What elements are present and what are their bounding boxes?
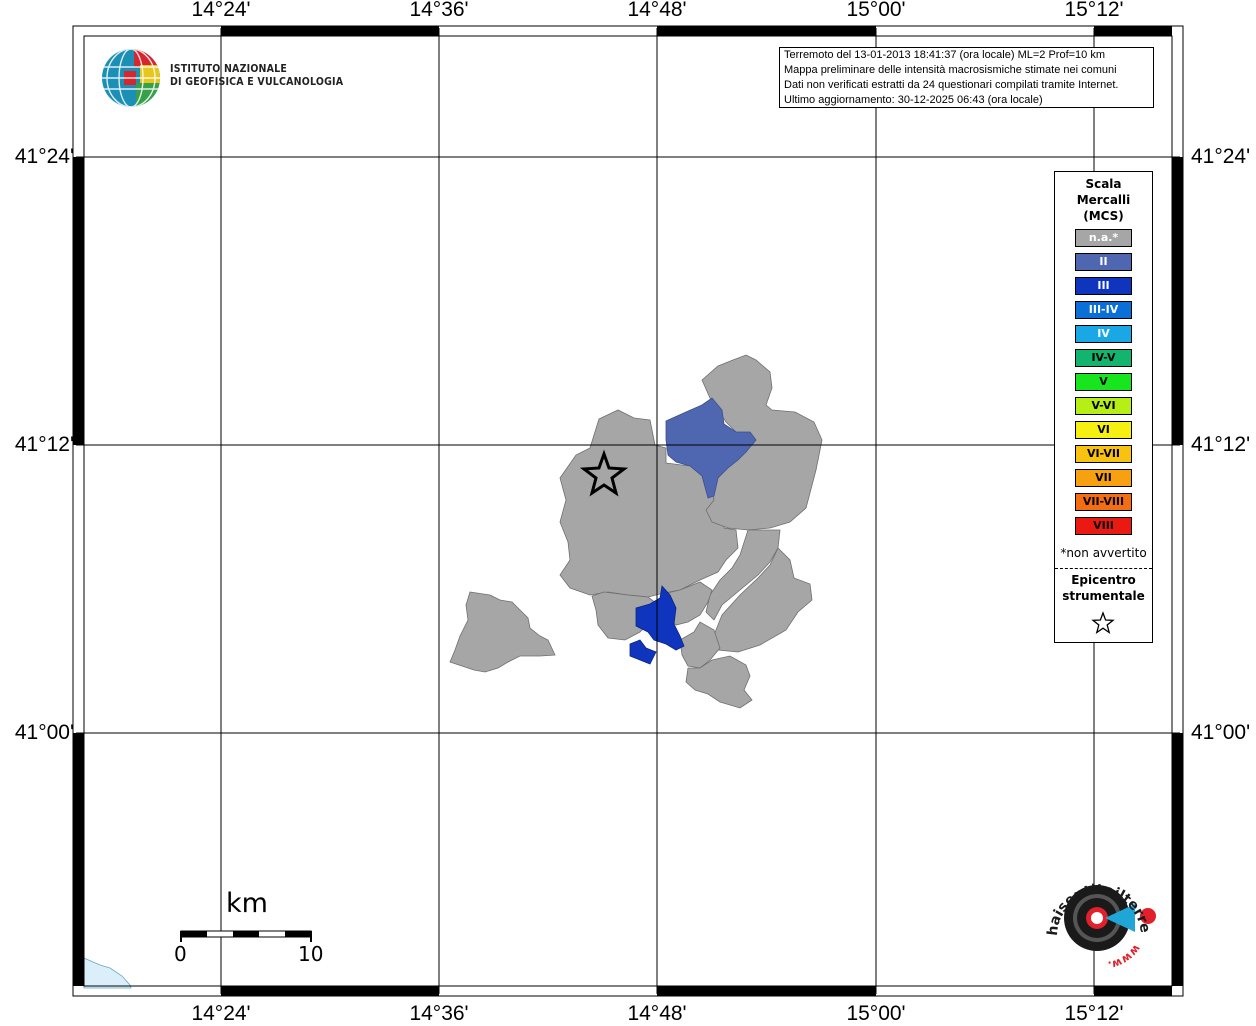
epicenter-star-icon [1091, 611, 1115, 635]
lat-label-right-1: 41°24' [1191, 145, 1251, 168]
logo-line-2: DI GEOFISICA E VULCANOLOGIA [170, 76, 344, 88]
info-line-2: Mappa preliminare delle intensità macros… [784, 64, 1117, 76]
hsi-logo: haisentitoilterremoto.it www. [1028, 846, 1165, 978]
lon-label-top-3: 14°48' [627, 0, 687, 21]
ingv-logo-text: ISTITUTO NAZIONALE DI GEOFISICA E VULCAN… [170, 63, 343, 89]
legend-title-line-2: Mercalli [1076, 193, 1131, 207]
legend-note: *non avvertito [1060, 546, 1147, 560]
lat-label-left-2: 41°12' [14, 433, 74, 456]
lat-label-right-2: 41°12' [1191, 433, 1251, 456]
lon-label-top-2: 14°36' [409, 0, 469, 21]
lon-label-top-1: 14°24' [191, 0, 251, 21]
scale-start-label: 0 [174, 942, 187, 966]
lon-label-bottom-2: 14°36' [409, 1002, 469, 1025]
legend-title: Scala Mercalli (MCS) [1055, 176, 1152, 224]
legend-item: III-IV [1075, 301, 1132, 319]
legend-epicenter-line-2: strumentale [1062, 589, 1145, 603]
lon-label-bottom-3: 14°48' [627, 1002, 687, 1025]
lon-label-bottom-4: 15°00' [846, 1002, 906, 1025]
legend-item: V [1075, 373, 1132, 391]
legend-item: VI-VII [1075, 445, 1132, 463]
legend-separator [1055, 568, 1152, 569]
event-info-box: Terremoto del 13-01-2013 18:41:37 (ora l… [779, 47, 1154, 108]
legend-item: IV-V [1075, 349, 1132, 367]
lon-label-bottom-5: 15°12' [1064, 1002, 1124, 1025]
ingv-logo: ISTITUTO NAZIONALE DI GEOFISICA E VULCAN… [100, 47, 360, 109]
legend-title-line-3: (MCS) [1083, 209, 1124, 223]
scale-bar: km 0 10 [170, 888, 340, 973]
lat-label-left-3: 41°00' [14, 721, 74, 744]
legend-item: III [1075, 277, 1132, 295]
lon-label-top-4: 15°00' [846, 0, 906, 21]
legend-item: VII-VIII [1075, 493, 1132, 511]
lat-label-left-1: 41°24' [14, 145, 74, 168]
lat-label-right-3: 41°00' [1191, 721, 1251, 744]
legend-item: VIII [1075, 517, 1132, 535]
legend-epicenter-label: Epicentro strumentale [1055, 572, 1152, 604]
globe-icon [102, 49, 160, 107]
legend-item: n.a.* [1075, 229, 1132, 247]
info-line-4: Ultimo aggiornamento: 30-12-2025 06:43 (… [784, 94, 1043, 106]
legend-item: VI [1075, 421, 1132, 439]
legend-item: V-VI [1075, 397, 1132, 415]
logo-line-1: ISTITUTO NAZIONALE [170, 63, 288, 75]
lon-label-top-5: 15°12' [1064, 0, 1124, 21]
intensity-legend: Scala Mercalli (MCS) n.a.* II III III-IV IV I… [1054, 171, 1153, 643]
info-line-3: Dati non verificati estratti da 24 quest… [784, 79, 1119, 91]
legend-epicenter-line-1: Epicentro [1071, 573, 1136, 587]
legend-item: IV [1075, 325, 1132, 343]
scale-end-label: 10 [298, 942, 324, 966]
lon-label-bottom-1: 14°24' [191, 1002, 251, 1025]
legend-item: VII [1075, 469, 1132, 487]
scale-unit: km [226, 888, 268, 919]
legend-item: II [1075, 253, 1132, 271]
legend-title-line-1: Scala [1085, 177, 1122, 191]
info-line-1: Terremoto del 13-01-2013 18:41:37 (ora l… [784, 49, 1106, 61]
